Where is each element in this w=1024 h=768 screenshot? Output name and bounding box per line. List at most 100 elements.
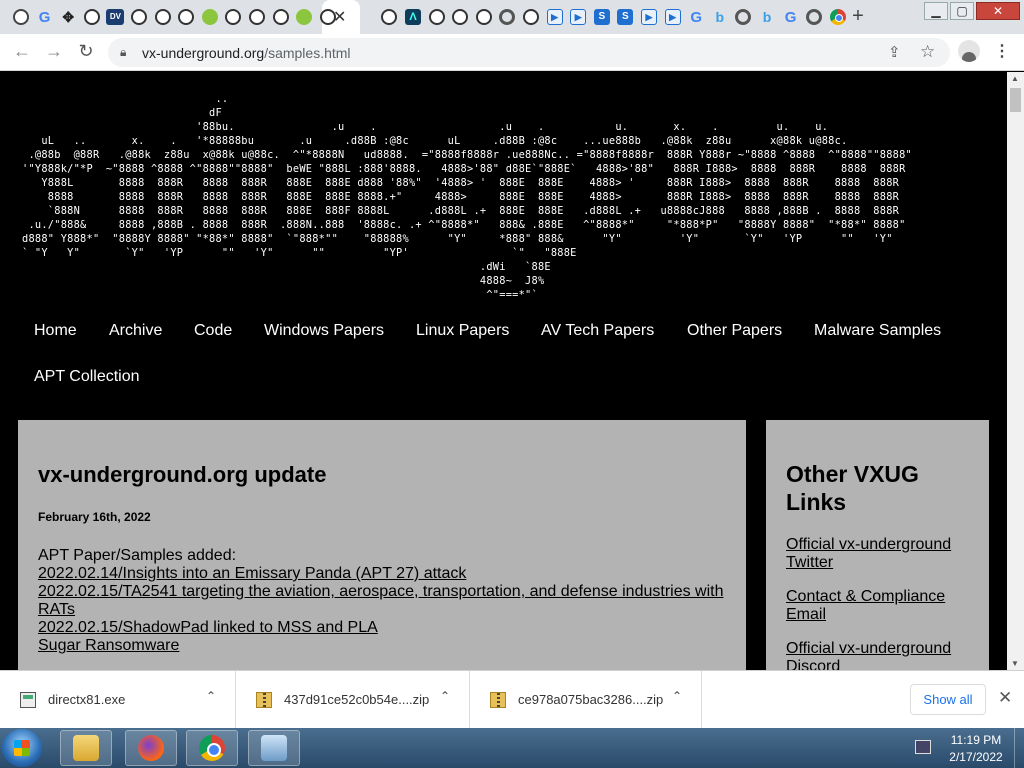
maximize-button[interactable]: ▢ — [950, 2, 974, 20]
browser-tab[interactable] — [378, 6, 400, 28]
browser-tab[interactable] — [246, 6, 268, 28]
ascii-art-logo: .. dF '88bu. .u . .u . u. x. . u. u. uL … — [22, 93, 912, 301]
browser-tab[interactable]: ✥ — [57, 6, 79, 28]
browser-tab[interactable]: G — [34, 6, 56, 28]
browser-tab[interactable]: G — [780, 6, 802, 28]
post-link[interactable]: 2022.02.15/TA2541 targeting the aviation… — [38, 583, 738, 619]
sidebar-link-contact-email[interactable]: Contact & Compliance Email — [786, 588, 981, 624]
scroll-down-icon[interactable]: ▼ — [1011, 659, 1019, 668]
nav-av-tech-papers[interactable]: AV Tech Papers — [541, 322, 654, 340]
page-viewport: .. dF '88bu. .u . .u . u. x. . u. u. uL … — [0, 72, 1024, 670]
scroll-up-icon[interactable]: ▲ — [1011, 74, 1019, 83]
browser-tab[interactable]: Λ — [402, 6, 424, 28]
browser-tab[interactable] — [496, 6, 518, 28]
bing-icon: b — [762, 9, 772, 25]
network-tray-icon[interactable] — [915, 740, 931, 754]
post-link[interactable]: 2022.02.15/ShadowPad linked to MSS and P… — [38, 619, 738, 637]
nav-linux-papers[interactable]: Linux Papers — [416, 322, 509, 340]
nav-apt-collection[interactable]: APT Collection — [34, 368, 140, 386]
google-icon: G — [38, 8, 51, 26]
vertical-scrollbar[interactable]: ▲ ▼ — [1007, 72, 1024, 670]
show-desktop-button[interactable] — [1014, 728, 1024, 768]
browser-tab[interactable]: DV — [104, 6, 126, 28]
nav-home[interactable]: Home — [34, 322, 77, 340]
github-icon — [523, 9, 539, 25]
play-icon: ▶ — [641, 9, 657, 25]
clock-time[interactable]: 11:19 PM — [941, 733, 1011, 747]
browser-tab[interactable] — [473, 6, 495, 28]
chevron-up-icon[interactable]: ⌃ — [672, 689, 682, 703]
show-all-downloads-button[interactable]: Show all — [910, 684, 986, 715]
post-link[interactable]: Sugar Ransomware — [38, 637, 738, 655]
profile-avatar-icon[interactable] — [958, 40, 980, 62]
address-bar[interactable]: 🔒︎ vx-underground.org/samples.html ⇪ ☆ — [108, 38, 950, 67]
post-body: APT Paper/Samples added: 2022.02.14/Insi… — [38, 547, 738, 655]
url-text[interactable]: vx-underground.org/samples.html — [142, 45, 351, 61]
download-item[interactable]: directx81.exe ⌃ — [0, 671, 236, 729]
sidebar-link-discord[interactable]: Official vx-underground Discord — [786, 640, 981, 670]
google-icon: G — [690, 8, 703, 26]
nav-code[interactable]: Code — [194, 322, 232, 340]
browser-tab[interactable] — [293, 6, 315, 28]
download-item[interactable]: 437d91ce52c0b54e....zip ⌃ — [236, 671, 470, 729]
browser-tab[interactable]: S — [614, 6, 636, 28]
minimize-button[interactable]: ▁ — [924, 2, 948, 20]
taskbar-chrome-button[interactable] — [186, 730, 238, 766]
back-icon[interactable]: ← — [10, 41, 34, 62]
chevron-up-icon[interactable]: ⌃ — [440, 689, 450, 703]
browser-tab[interactable] — [270, 6, 292, 28]
sidebar-card: Other VXUG Links Official vx-underground… — [766, 420, 989, 670]
browser-tab[interactable]: b — [709, 6, 731, 28]
bookmark-star-icon[interactable]: ☆ — [920, 42, 935, 62]
browser-tab[interactable]: b — [756, 6, 778, 28]
lock-icon[interactable]: 🔒︎ — [120, 45, 126, 60]
browser-tab[interactable] — [128, 6, 150, 28]
browser-tab[interactable] — [520, 6, 542, 28]
close-download-shelf-icon[interactable]: ✕ — [998, 688, 1012, 708]
chrome-icon — [829, 9, 846, 25]
browser-tab[interactable] — [426, 6, 448, 28]
nav-other-papers[interactable]: Other Papers — [687, 322, 782, 340]
browser-tab[interactable] — [803, 6, 825, 28]
forward-icon[interactable]: → — [42, 41, 66, 62]
download-filename: directx81.exe — [48, 692, 126, 707]
browser-tab[interactable]: S — [591, 6, 613, 28]
nav-windows-papers[interactable]: Windows Papers — [264, 322, 384, 340]
github-icon — [131, 9, 147, 25]
kebab-menu-icon[interactable]: ⋮ — [994, 41, 1010, 61]
browser-tab[interactable] — [152, 6, 174, 28]
browser-tab[interactable] — [449, 6, 471, 28]
share-icon[interactable]: ⇪ — [888, 43, 901, 61]
browser-tab[interactable]: ▶ — [662, 6, 684, 28]
sidebar-link-twitter[interactable]: Official vx-underground Twitter — [786, 536, 981, 572]
close-window-button[interactable]: ✕ — [976, 2, 1020, 20]
browser-tab[interactable]: ▶ — [567, 6, 589, 28]
browser-tab[interactable] — [222, 6, 244, 28]
scroll-thumb[interactable] — [1010, 88, 1021, 112]
tab-strip: ✕ G ✥ DV Λ ▶ ▶ S S ▶ ▶ Gb b G + ▁ ▢ ✕ — [0, 0, 1024, 34]
browser-tab[interactable] — [175, 6, 197, 28]
nav-archive[interactable]: Archive — [109, 322, 162, 340]
nav-malware-samples[interactable]: Malware Samples — [814, 322, 941, 340]
browser-tab[interactable]: ▶ — [638, 6, 660, 28]
download-item[interactable]: ce978a075bac3286....zip ⌃ — [470, 671, 702, 729]
browser-tab[interactable] — [317, 6, 339, 28]
reload-icon[interactable]: ↻ — [74, 41, 98, 62]
browser-tab[interactable]: ▶ — [544, 6, 566, 28]
post-link[interactable]: 2022.02.14/Insights into an Emissary Pan… — [38, 565, 738, 583]
taskbar-firefox-button[interactable] — [125, 730, 177, 766]
browser-tab[interactable] — [732, 6, 754, 28]
chrome-icon — [199, 735, 225, 761]
browser-tab[interactable] — [199, 6, 221, 28]
browser-tab[interactable] — [81, 6, 103, 28]
start-button[interactable] — [2, 729, 42, 767]
chevron-up-icon[interactable]: ⌃ — [206, 689, 216, 703]
page-content: .. dF '88bu. .u . .u . u. x. . u. u. uL … — [0, 72, 1007, 670]
browser-tab[interactable] — [10, 6, 32, 28]
new-tab-button[interactable]: + — [846, 5, 870, 28]
clock-date[interactable]: 2/17/2022 — [941, 750, 1011, 764]
taskbar-explorer-button[interactable] — [60, 730, 112, 766]
firefox-icon — [138, 735, 164, 761]
browser-tab[interactable]: G — [685, 6, 707, 28]
taskbar-control-panel-button[interactable] — [248, 730, 300, 766]
